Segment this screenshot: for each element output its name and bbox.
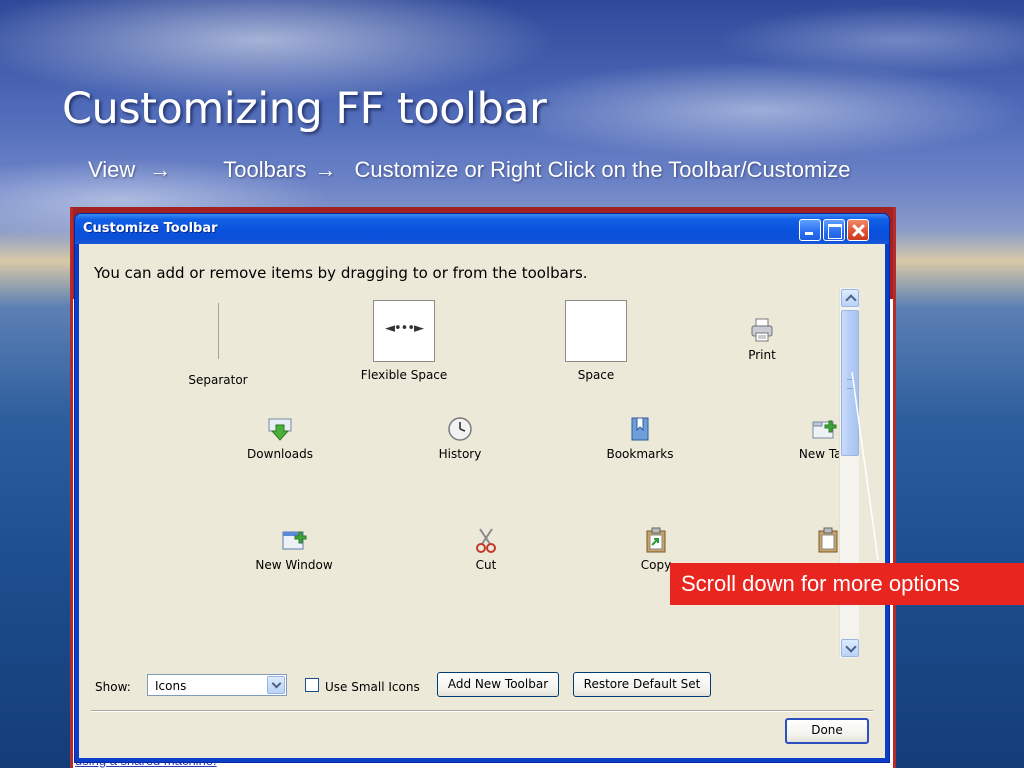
item-label: Space: [577, 368, 615, 382]
clock-icon: [446, 415, 474, 443]
palette-item-history[interactable]: History: [385, 415, 535, 461]
scroll-callout: Scroll down for more options: [670, 563, 1024, 605]
dialog-divider: [91, 710, 873, 712]
menu-path-instructions: View → Toolbars → Customize or Right Click o…: [88, 157, 850, 183]
path-customize: Customize or Right Click on the Toolbar/…: [354, 157, 851, 182]
item-label: Flexible Space: [360, 368, 448, 382]
customize-toolbar-dialog: Customize Toolbar You can add or remove …: [74, 213, 890, 763]
scroll-down-arrow-icon[interactable]: [841, 639, 859, 657]
clipboard-copy-icon: [642, 526, 670, 554]
new-tab-icon: [810, 415, 838, 443]
scrollbar-thumb[interactable]: [841, 310, 859, 456]
item-label: Cut: [475, 558, 497, 572]
item-label: Print: [748, 348, 776, 362]
space-icon: [565, 300, 627, 362]
maximize-button[interactable]: [823, 219, 845, 241]
maximize-icon: [824, 220, 844, 240]
palette-item-print[interactable]: Print: [687, 316, 837, 362]
restore-default-set-button[interactable]: Restore Default Set: [573, 672, 711, 697]
path-view: View: [88, 157, 136, 182]
close-icon: [848, 220, 868, 240]
item-label: Bookmarks: [606, 447, 674, 461]
minimize-button[interactable]: [799, 219, 821, 241]
palette-item-separator[interactable]: Separator: [143, 303, 293, 387]
palette-item-new-window[interactable]: New Window: [219, 526, 369, 572]
show-select[interactable]: Icons: [147, 674, 287, 696]
palette-item-bookmarks[interactable]: Bookmarks: [565, 415, 715, 461]
item-label: New Window: [255, 558, 333, 572]
item-label: Downloads: [247, 447, 313, 461]
dialog-title: Customize Toolbar: [83, 221, 218, 236]
dialog-options-row: Show: Icons Use Small Icons Add New Tool…: [93, 672, 875, 702]
scissors-icon: [472, 526, 500, 554]
add-new-toolbar-button[interactable]: Add New Toolbar: [437, 672, 559, 697]
use-small-icons-label[interactable]: Use Small Icons: [325, 680, 420, 694]
dialog-instruction: You can add or remove items by dragging …: [94, 264, 588, 282]
palette-item-cut[interactable]: Cut: [411, 526, 561, 572]
item-label: Separator: [188, 373, 248, 387]
bookmark-icon: [626, 415, 654, 443]
done-button[interactable]: Done: [785, 718, 869, 744]
separator-icon: [217, 303, 219, 359]
palette-item-paste[interactable]: [753, 526, 903, 558]
use-small-icons-checkbox[interactable]: [305, 678, 319, 692]
flexible-space-icon: ◄•••►: [373, 300, 435, 362]
dialog-titlebar[interactable]: Customize Toolbar: [75, 214, 889, 244]
path-toolbars: Toolbars: [223, 157, 307, 182]
item-label: New Tab: [798, 447, 850, 461]
new-window-icon: [280, 526, 308, 554]
minimize-icon: [800, 220, 820, 240]
double-arrow-icon: ◄•••►: [385, 321, 424, 336]
item-label: History: [438, 447, 482, 461]
clipboard-paste-icon: [814, 526, 842, 554]
close-button[interactable]: [847, 219, 869, 241]
printer-icon: [748, 316, 776, 344]
palette-item-flexible-space[interactable]: ◄•••► Flexible Space: [329, 300, 479, 382]
right-arrow-icon: →: [314, 157, 337, 182]
show-label: Show:: [95, 680, 131, 694]
palette-item-downloads[interactable]: Downloads: [205, 415, 355, 461]
download-arrow-icon: [266, 415, 294, 443]
slide-title: Customizing FF toolbar: [62, 84, 547, 134]
palette-item-new-tab[interactable]: New Tab: [749, 415, 899, 461]
dialog-client-area: You can add or remove items by dragging …: [79, 244, 885, 758]
show-select-value: Icons: [155, 679, 187, 693]
scroll-up-arrow-icon[interactable]: [841, 289, 859, 307]
right-arrow-icon: →: [149, 157, 172, 182]
palette-item-space[interactable]: Space: [521, 300, 671, 382]
chevron-down-icon[interactable]: [267, 676, 285, 694]
